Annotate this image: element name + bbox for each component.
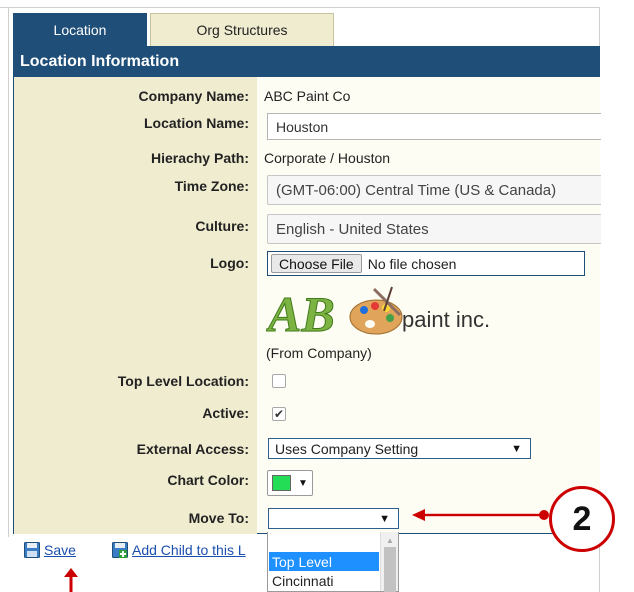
choose-file-button[interactable]: Choose File [271, 254, 362, 273]
time-zone-select[interactable]: (GMT-06:00) Central Time (US & Canada) [267, 175, 601, 205]
annotation-arrow-up-icon [64, 568, 78, 592]
add-child-icon[interactable] [112, 542, 128, 558]
chevron-down-icon: ▼ [298, 477, 308, 489]
location-name-label: Location Name: [143, 115, 249, 131]
logo-text: paint inc. [402, 307, 491, 332]
tab-location[interactable]: Location [13, 13, 147, 46]
move-to-select[interactable]: ▼ [268, 508, 399, 529]
color-swatch [272, 475, 291, 491]
label-column [14, 77, 257, 534]
file-status: No file chosen [367, 255, 457, 272]
chart-color-label: Chart Color: [167, 472, 249, 488]
active-checkbox[interactable]: ✔ [272, 407, 286, 421]
callout-number-badge: 2 [549, 486, 615, 552]
svg-text:AB: AB [266, 286, 335, 341]
time-zone-label: Time Zone: [174, 178, 249, 194]
scroll-up-icon[interactable]: ▲ [386, 536, 394, 545]
logo-source-note: (From Company) [266, 345, 372, 361]
dropdown-option-top-level[interactable]: Top Level [269, 552, 379, 571]
company-logo-image: AB paint inc. [265, 285, 506, 343]
logo-file-input[interactable]: Choose File No file chosen [267, 251, 585, 276]
save-link[interactable]: Save [44, 542, 76, 558]
location-name-input[interactable]: Houston [267, 113, 601, 140]
tab-org-structures[interactable]: Org Structures [150, 13, 334, 46]
chart-color-picker[interactable]: ▼ [267, 470, 313, 496]
hierarchy-path-value: Corporate / Houston [264, 150, 391, 166]
culture-label: Culture: [195, 218, 249, 234]
top-level-location-label: Top Level Location: [117, 373, 249, 389]
active-label: Active: [202, 405, 249, 421]
scrollbar-thumb[interactable] [384, 547, 396, 592]
move-to-dropdown-list[interactable]: Top Level Cincinnati ▲ [267, 532, 399, 592]
external-access-select[interactable]: Uses Company Setting ▼ [268, 438, 531, 459]
hierarchy-path-label: Hierachy Path: [150, 150, 249, 166]
annotation-arrow-left-icon [412, 509, 549, 521]
dropdown-option-cincinnati[interactable]: Cincinnati [269, 571, 379, 590]
logo-label: Logo: [210, 255, 249, 271]
dropdown-scrollbar[interactable]: ▲ [380, 532, 398, 592]
company-name-value: ABC Paint Co [264, 88, 351, 104]
frame-border-top [0, 7, 600, 8]
chevron-down-icon: ▼ [511, 442, 522, 455]
frame-border-left [8, 7, 9, 537]
add-child-link[interactable]: Add Child to this L [132, 542, 246, 558]
culture-select[interactable]: English - United States [267, 214, 601, 244]
chevron-down-icon: ▼ [379, 512, 390, 525]
external-access-value: Uses Company Setting [275, 440, 419, 457]
panel-header: Location Information [14, 47, 600, 77]
save-icon[interactable] [24, 542, 40, 558]
location-information-panel: Location Information Company Name: ABC P… [13, 46, 601, 534]
move-to-label: Move To: [188, 510, 249, 526]
top-level-location-checkbox[interactable] [272, 374, 286, 388]
external-access-label: External Access: [136, 441, 249, 457]
company-name-label: Company Name: [138, 88, 249, 104]
